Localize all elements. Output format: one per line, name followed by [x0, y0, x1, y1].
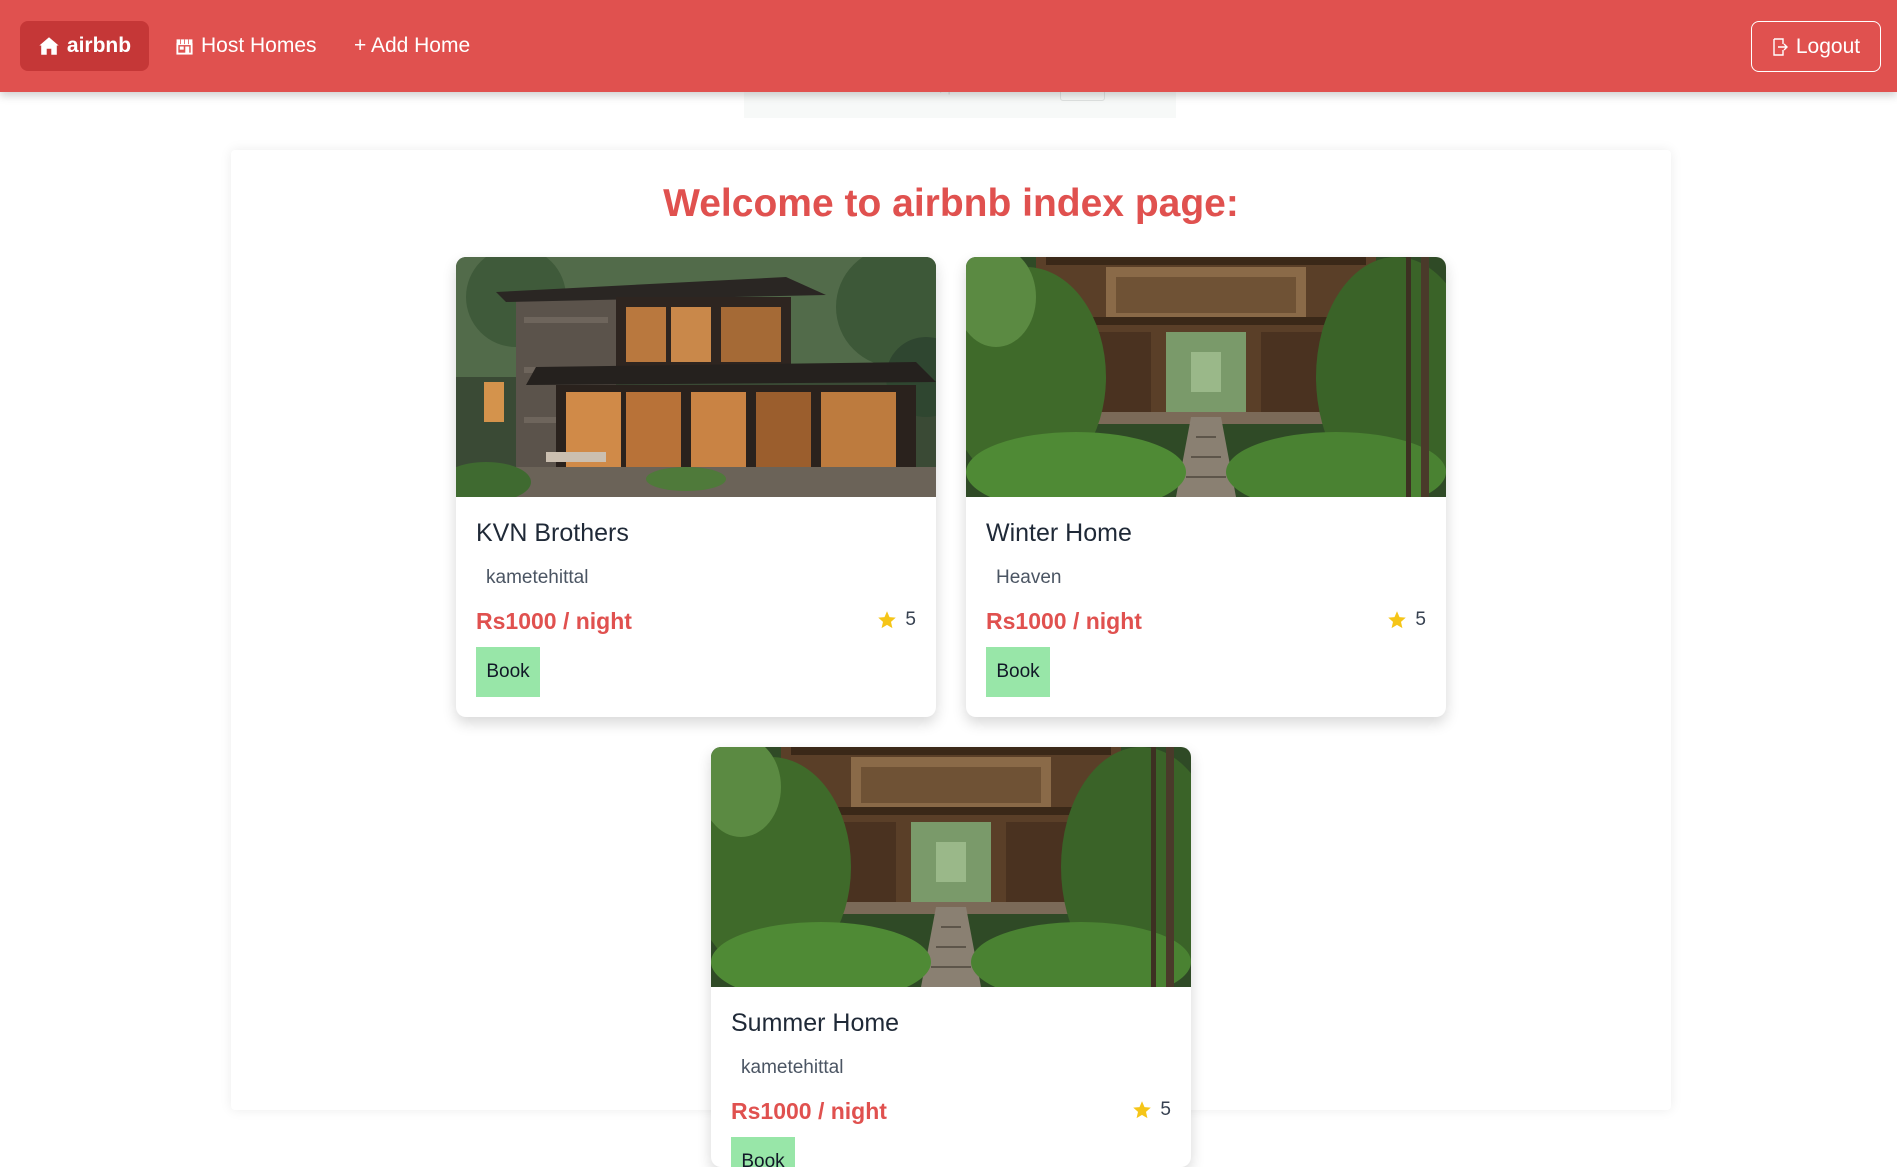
logout-button[interactable]: Logout [1751, 21, 1881, 72]
logout-label: Logout [1795, 34, 1861, 58]
book-button[interactable]: Book [731, 1137, 795, 1167]
host-homes-link[interactable]: Host Homes [175, 21, 317, 71]
home-name: KVN Brothers [476, 519, 629, 547]
home-icon [39, 37, 59, 55]
home-image-modern-stone-house[interactable] [456, 257, 936, 497]
host-homes-label: Host Homes [201, 34, 317, 57]
home-name: Summer Home [731, 1009, 900, 1037]
rating-value: 5 [905, 609, 916, 630]
star-icon [1133, 1101, 1152, 1119]
home-card: Summer Home kametehittal Rs1000 / night … [711, 747, 1191, 1167]
star-icon [1388, 611, 1407, 629]
brand-home-link[interactable]: airbnb [20, 21, 149, 71]
main-container: Welcome to airbnb index page: KVN Brothe… [231, 150, 1671, 1167]
book-button[interactable]: Book [986, 647, 1050, 697]
brand-label: airbnb [66, 34, 132, 57]
add-home-link[interactable]: + Add Home [354, 21, 470, 71]
home-price: Rs1000 / night [731, 1098, 887, 1124]
add-home-label: + Add Home [354, 34, 471, 57]
home-location: kametehittal [741, 1057, 844, 1078]
top-navbar: airbnb Host Homes + Add Home Logout [0, 0, 1897, 92]
home-card: KVN Brothers kametehittal Rs1000 / night… [456, 257, 936, 717]
home-rating: 5 [1387, 609, 1426, 631]
shop-icon [176, 38, 193, 55]
home-price: Rs1000 / night [986, 608, 1142, 634]
rating-value: 5 [1415, 609, 1426, 630]
home-location: kametehittal [486, 567, 589, 588]
logout-icon [1773, 37, 1788, 56]
book-button[interactable]: Book [476, 647, 540, 697]
home-location: Heaven [996, 567, 1062, 588]
rating-value: 5 [1160, 1099, 1171, 1120]
home-image-jungle-wooden-house[interactable] [711, 747, 1191, 987]
home-image-jungle-wooden-house[interactable] [966, 257, 1446, 497]
home-card: Winter Home Heaven Rs1000 / night 5 Book [966, 257, 1446, 717]
home-price: Rs1000 / night [476, 608, 632, 634]
star-icon [878, 611, 897, 629]
home-rating: 5 [877, 609, 916, 631]
home-name: Winter Home [986, 519, 1132, 547]
page-title: Welcome to airbnb index page: [663, 182, 1239, 225]
home-rating: 5 [1132, 1099, 1171, 1121]
